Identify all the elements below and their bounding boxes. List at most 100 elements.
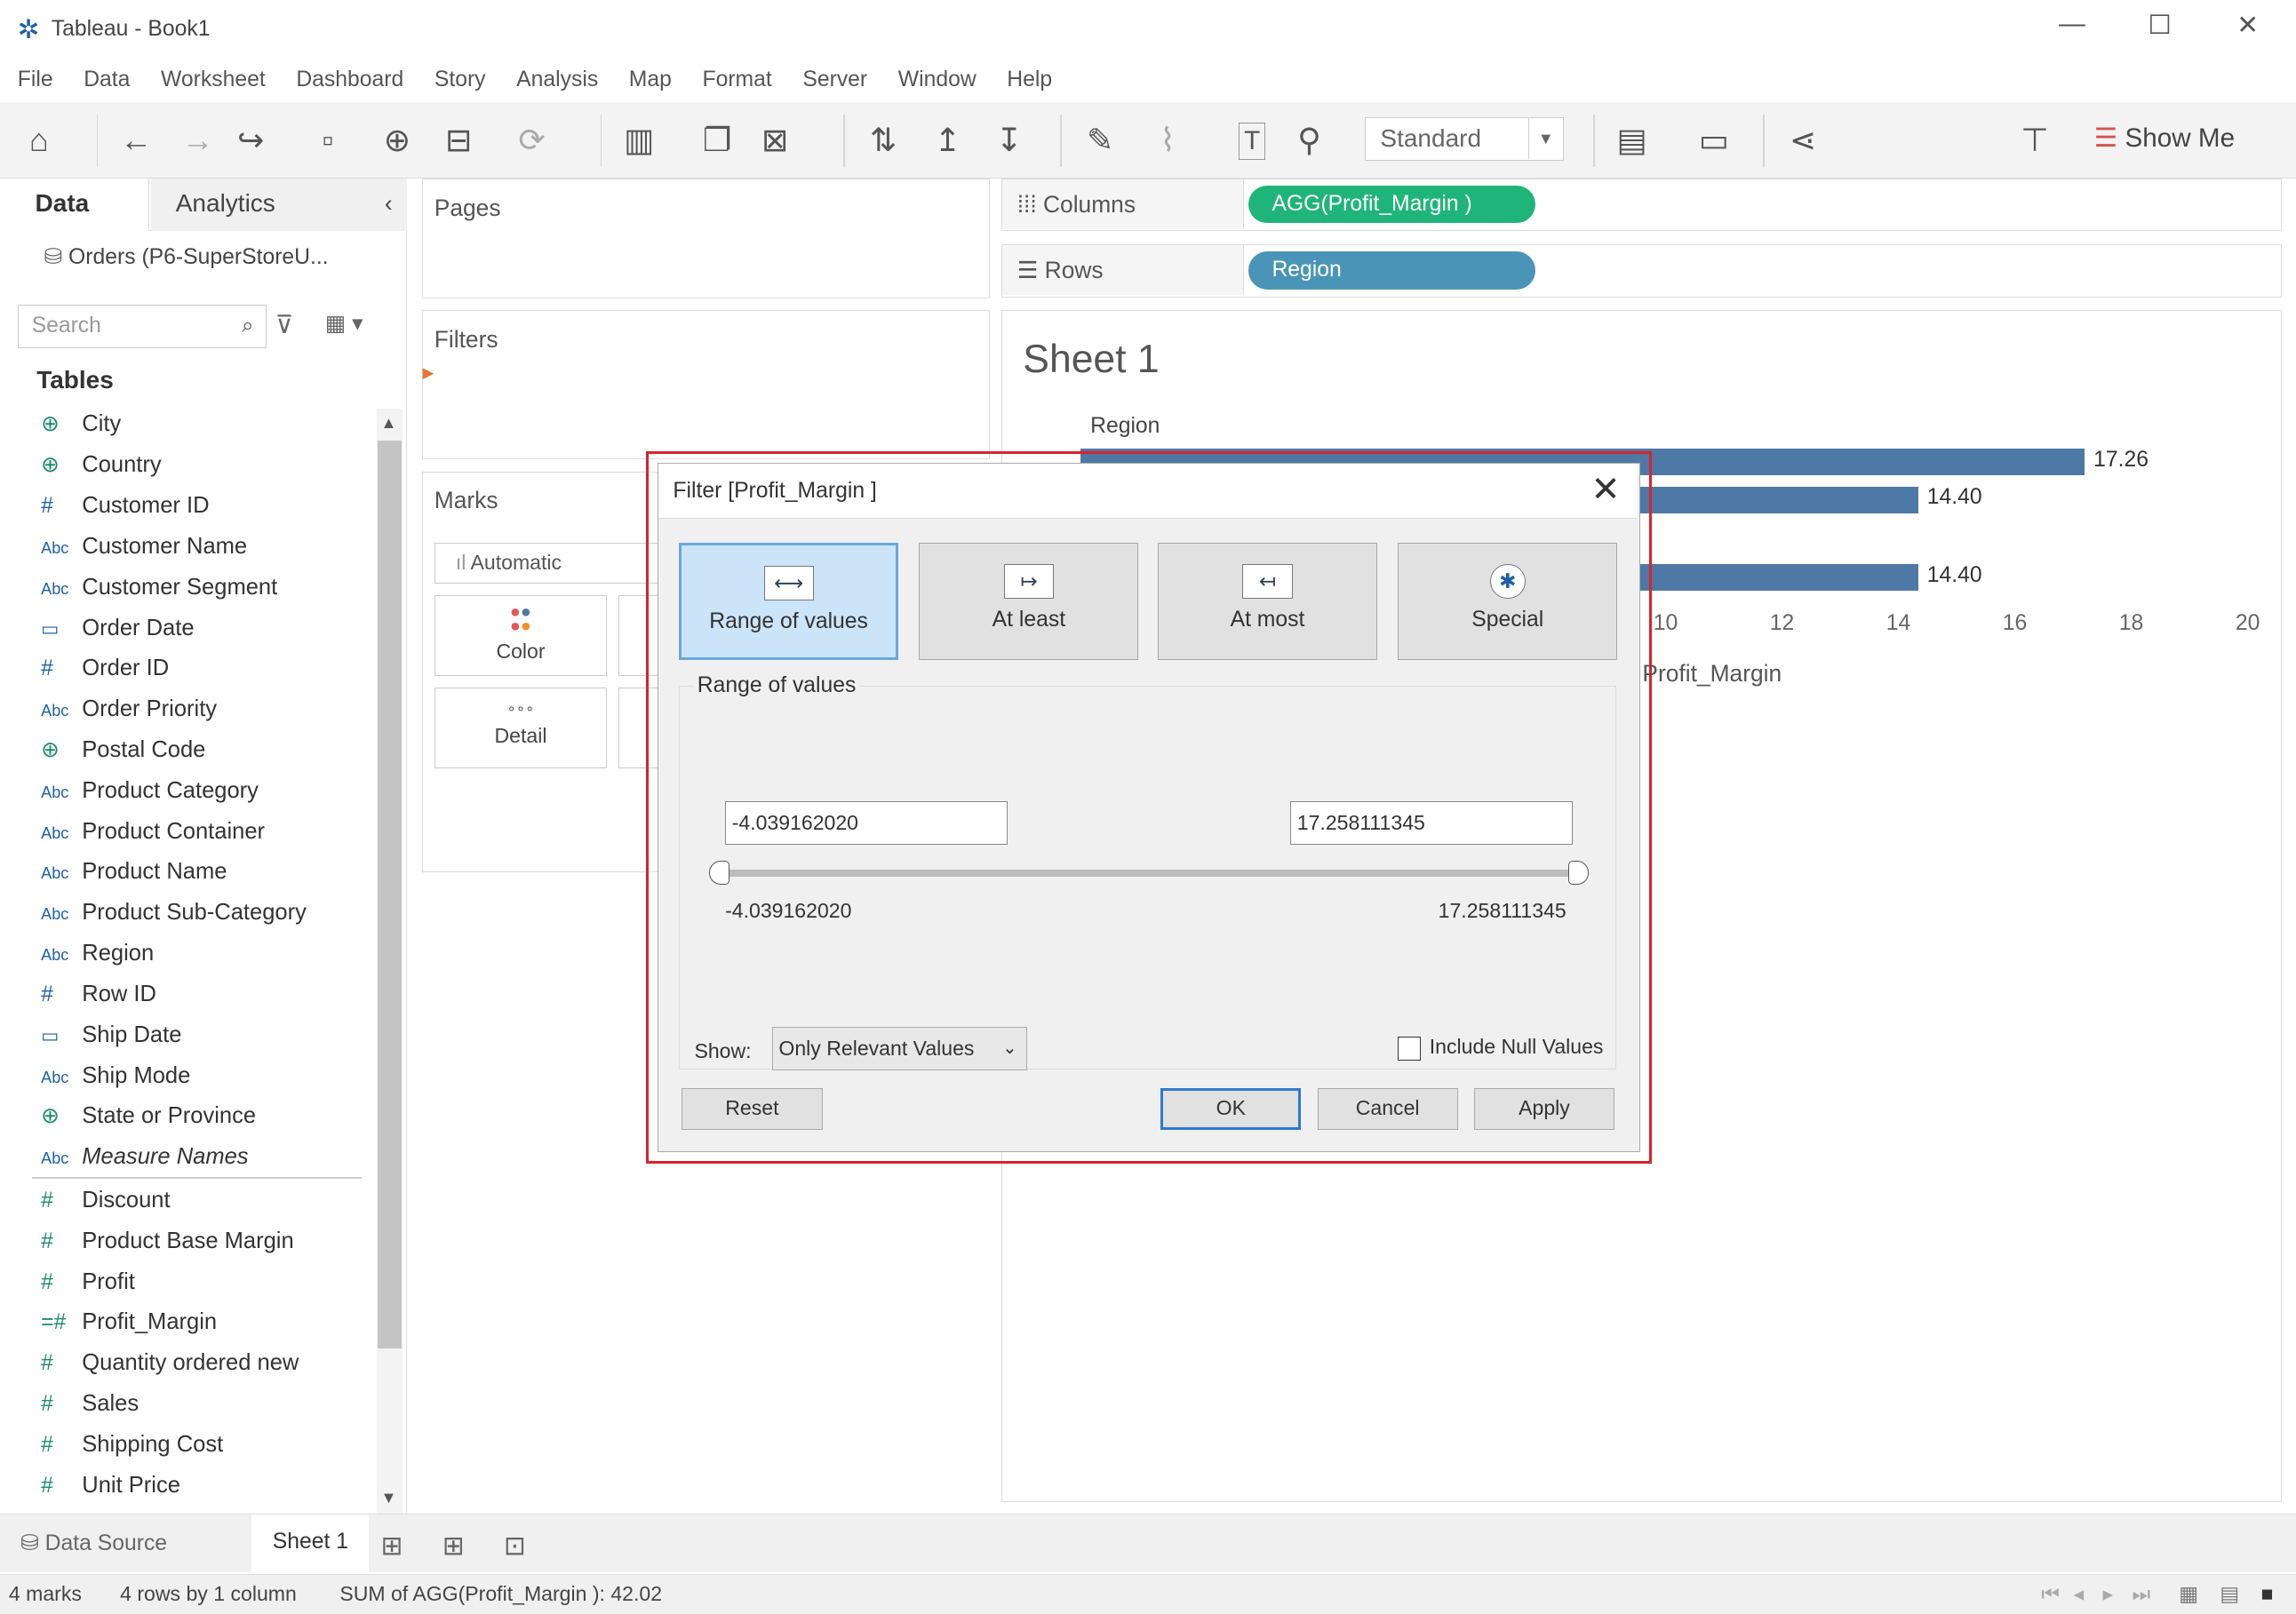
measure-field[interactable]: # Discount (29, 1181, 366, 1220)
data-source-tab[interactable]: ⛁ Data Source (20, 1530, 167, 1556)
scrollbar[interactable]: ▲ ▼ (376, 408, 403, 1515)
dimension-field[interactable]: ⊕ Postal Code (29, 731, 366, 769)
sort-descending-icon[interactable]: ↧ (996, 123, 1023, 158)
dimension-field[interactable]: Abc Product Container (29, 813, 366, 851)
dimension-field[interactable]: Abc Customer Name (29, 528, 366, 566)
new-datasource-icon[interactable]: ⊕ (384, 123, 411, 158)
nav-next-icon[interactable]: ▸ (2103, 1575, 2114, 1613)
cancel-button[interactable]: Cancel (1317, 1088, 1458, 1130)
sheet1-tab[interactable]: Sheet 1 (251, 1515, 370, 1573)
filters-card[interactable]: Filters ▶ (421, 310, 991, 460)
cards-icon[interactable]: ▤ (1616, 123, 1646, 158)
range-slider-min-handle[interactable] (708, 861, 730, 885)
group-icon[interactable]: ⌇ (1160, 123, 1176, 158)
dimension-field[interactable]: ▭ Ship Date (29, 1016, 366, 1054)
pages-card[interactable]: Pages (421, 179, 991, 299)
dimension-field[interactable]: # Row ID (29, 975, 366, 1014)
color-button[interactable]: ●● ●● Color (434, 595, 608, 676)
dimension-field[interactable]: ⊕ State or Province (29, 1097, 366, 1135)
measure-field[interactable]: # Shipping Cost (29, 1426, 366, 1464)
reset-button[interactable]: Reset (682, 1088, 823, 1130)
range-of-values-button[interactable]: ⟷ Range of values (679, 542, 899, 660)
menu-file[interactable]: File (18, 61, 53, 99)
fit-select[interactable]: Standard ▼ (1364, 116, 1565, 162)
menu-story[interactable]: Story (434, 61, 486, 99)
columns-shelf[interactable]: ⁞⁞⁞ Columns AGG(Profit_Margin ) (1001, 179, 2282, 232)
share-icon[interactable]: ⋖ (1790, 123, 1816, 158)
new-story-tab-icon[interactable]: ⊡ (504, 1530, 526, 1562)
menu-format[interactable]: Format (702, 61, 771, 99)
nav-last-icon[interactable]: ⏭ (2132, 1575, 2150, 1613)
nav-prev-icon[interactable]: ◂ (2074, 1575, 2085, 1613)
new-worksheet-tab-icon[interactable]: ⊞ (380, 1530, 403, 1562)
dimension-field[interactable]: ▭ Order Date (29, 609, 366, 648)
maximize-icon[interactable]: ☐ (2138, 9, 2181, 41)
tab-analytics[interactable]: Analytics ‹ (150, 179, 408, 232)
highlight-icon[interactable]: ✎ (1087, 123, 1113, 158)
save-icon[interactable]: ▫ (323, 123, 334, 158)
show-select[interactable]: Only Relevant Values ⌄ (771, 1026, 1027, 1071)
include-null-checkbox[interactable]: Include Null Values (1397, 1035, 1603, 1061)
dimension-field[interactable]: Abc Region (29, 934, 366, 973)
special-button[interactable]: ✱ Special (1398, 542, 1618, 660)
rows-pill[interactable]: Region (1248, 250, 1536, 290)
columns-pill[interactable]: AGG(Profit_Margin ) (1248, 185, 1536, 224)
tab-data[interactable]: Data (0, 179, 150, 232)
replay-icon[interactable]: ↪ (237, 123, 264, 158)
menu-worksheet[interactable]: Worksheet (161, 61, 266, 99)
show-me-button[interactable]: ☰ Show Me (2094, 122, 2235, 154)
duplicate-sheet-icon[interactable]: ❐ (703, 123, 732, 158)
redo-icon[interactable]: → (181, 123, 213, 158)
min-value-input[interactable]: -4.039162020 (725, 800, 1008, 846)
search-input[interactable]: Search ⌕ (17, 304, 267, 349)
dimension-field[interactable]: Abc Order Priority (29, 690, 366, 728)
menu-server[interactable]: Server (802, 61, 867, 99)
range-slider-max-handle[interactable] (1568, 861, 1590, 885)
undo-icon[interactable]: ← (120, 123, 152, 158)
ok-button[interactable]: OK (1160, 1088, 1302, 1130)
swap-icon[interactable]: ⇅ (870, 123, 897, 158)
menu-map[interactable]: Map (629, 61, 672, 99)
at-least-button[interactable]: ↦ At least (919, 542, 1139, 660)
home-icon[interactable]: ⌂ (29, 123, 49, 158)
sort-ascending-icon[interactable]: ↥ (934, 123, 961, 158)
measure-field[interactable]: # Unit Price (29, 1467, 366, 1505)
checkbox-box[interactable] (1397, 1037, 1421, 1061)
dimension-field[interactable]: # Customer ID (29, 487, 366, 525)
max-value-input[interactable]: 17.258111345 (1290, 800, 1574, 846)
dimension-field[interactable]: Abc Customer Segment (29, 568, 366, 607)
collapse-icon[interactable]: ‹ (385, 179, 393, 228)
close-icon[interactable]: ✕ (1591, 464, 1621, 516)
datasource-item[interactable]: ⛁ Orders (P6-SuperStoreU... (44, 243, 328, 270)
apply-button[interactable]: Apply (1473, 1088, 1615, 1130)
tabs-view-icon[interactable]: ■ (2261, 1575, 2274, 1613)
presentation-icon[interactable]: ▭ (1699, 123, 1729, 158)
dimension-field[interactable]: Abc Measure Names (29, 1138, 366, 1176)
minimize-icon[interactable]: — (2050, 9, 2093, 39)
pin-icon[interactable]: ⚲ (1297, 123, 1321, 158)
pause-updates-icon[interactable]: ⊟ (445, 123, 472, 158)
close-window-icon[interactable]: ✕ (2226, 9, 2269, 41)
grid-view-icon[interactable]: ▦ (2179, 1575, 2198, 1613)
dimension-field[interactable]: Abc Product Sub-Category (29, 894, 366, 932)
dimension-field[interactable]: Abc Product Name (29, 853, 366, 891)
dimension-field[interactable]: ⊕ Country (29, 446, 366, 484)
dimension-field[interactable]: Abc Product Category (29, 772, 366, 810)
measure-field[interactable]: # Profit (29, 1263, 366, 1301)
measure-field[interactable]: # Product Base Margin (29, 1222, 366, 1260)
filmstrip-view-icon[interactable]: ▤ (2220, 1575, 2239, 1613)
scroll-down-icon[interactable]: ▼ (380, 1489, 396, 1507)
measure-field[interactable]: # Sales (29, 1385, 366, 1423)
measure-field[interactable]: =# Profit_Margin (29, 1303, 366, 1341)
clear-sheet-icon[interactable]: ⊠ (761, 123, 788, 158)
menu-window[interactable]: Window (898, 61, 977, 99)
dimension-field[interactable]: # Order ID (29, 649, 366, 688)
menu-help[interactable]: Help (1007, 61, 1052, 99)
tooltip-icon[interactable]: ⊤ (2021, 123, 2049, 158)
detail-button[interactable]: ∘∘∘ Detail (434, 687, 608, 768)
mark-type-select[interactable]: ıl Automatic (434, 542, 669, 584)
filter-icon[interactable]: ⊽ (275, 310, 294, 339)
dimension-field[interactable]: ⊕ City (29, 405, 366, 443)
nav-first-icon[interactable]: ⏮ (2041, 1575, 2060, 1613)
scrollbar-thumb[interactable] (378, 441, 402, 1348)
